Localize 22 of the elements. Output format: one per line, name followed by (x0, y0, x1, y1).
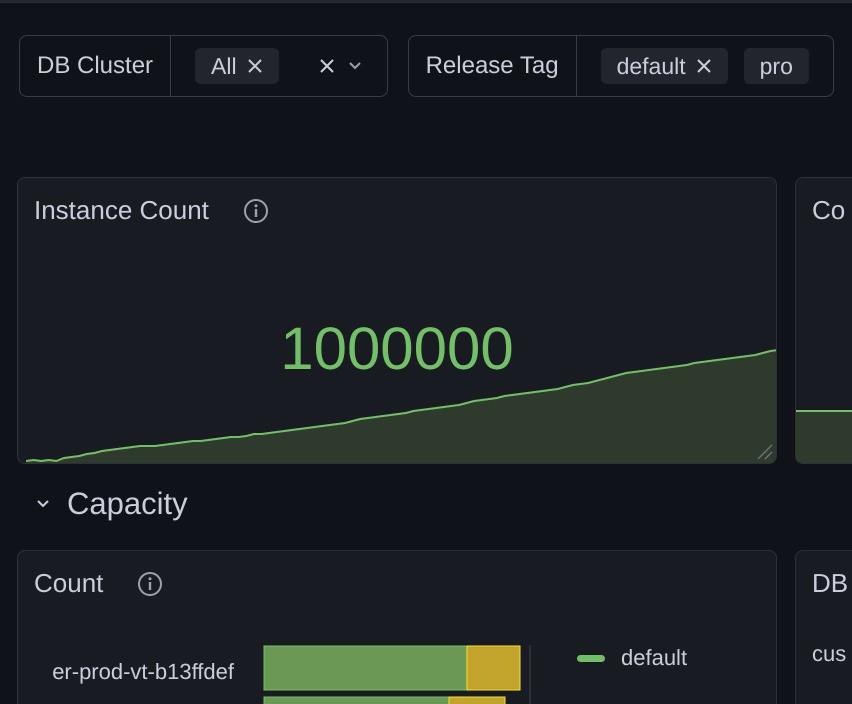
bar-label: er-prod-vt-b13ffdef (51, 659, 235, 685)
filter-label: DB Cluster (20, 36, 172, 96)
filter-chip[interactable]: pro (744, 48, 809, 84)
remove-icon[interactable] (696, 58, 712, 74)
filter-chip[interactable]: All (195, 48, 279, 84)
legend-label[interactable]: default (621, 645, 688, 671)
filter-control[interactable]: Release Tag default pro (408, 35, 834, 97)
section-title: Capacity (67, 486, 188, 522)
filter-chip[interactable]: default (600, 48, 728, 84)
chevron-down-icon[interactable] (35, 498, 51, 510)
remove-icon[interactable] (246, 58, 263, 74)
chevron-down-icon[interactable] (346, 60, 363, 72)
resize-handle-icon[interactable] (757, 444, 773, 460)
panel-title: Count (34, 568, 104, 599)
panel-title: DB (812, 568, 848, 599)
filter-control[interactable]: DB Cluster All (19, 35, 388, 97)
panel-title: Co (812, 195, 846, 226)
stat-value: 1000000 (279, 314, 515, 383)
filter-label: Release Tag (408, 36, 577, 96)
clear-icon[interactable] (318, 58, 335, 74)
panel-title: Instance Count (34, 195, 209, 226)
table-cell-text: cus (812, 641, 848, 667)
